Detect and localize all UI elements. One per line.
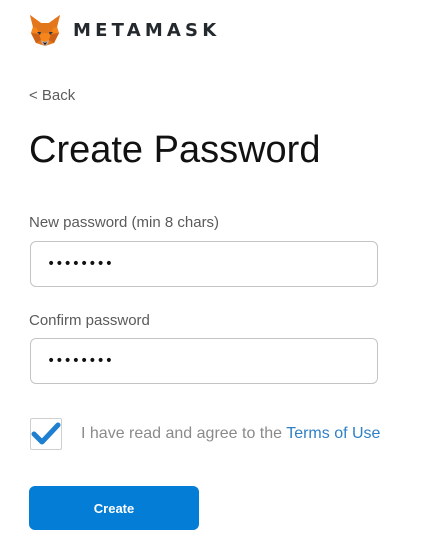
back-link[interactable]: < Back bbox=[29, 87, 75, 104]
terms-of-use-link[interactable]: Terms of Use bbox=[286, 425, 380, 442]
confirm-password-label: Confirm password bbox=[29, 312, 150, 329]
metamask-fox-icon bbox=[30, 15, 60, 46]
terms-row: I have read and agree to the Terms of Us… bbox=[30, 418, 380, 450]
checkmark-icon bbox=[31, 422, 61, 445]
terms-text: I have read and agree to the Terms of Us… bbox=[81, 425, 380, 443]
page-title: Create Password bbox=[29, 129, 321, 171]
new-password-input[interactable] bbox=[30, 241, 378, 287]
terms-checkbox[interactable] bbox=[30, 418, 62, 450]
new-password-label: New password (min 8 chars) bbox=[29, 214, 220, 231]
create-button[interactable]: Create bbox=[29, 486, 199, 530]
header: METAMASK bbox=[28, 12, 220, 48]
metamask-wordmark: METAMASK bbox=[73, 19, 221, 41]
confirm-password-input[interactable] bbox=[30, 338, 378, 384]
terms-text-label: I have read and agree to the bbox=[81, 425, 283, 442]
